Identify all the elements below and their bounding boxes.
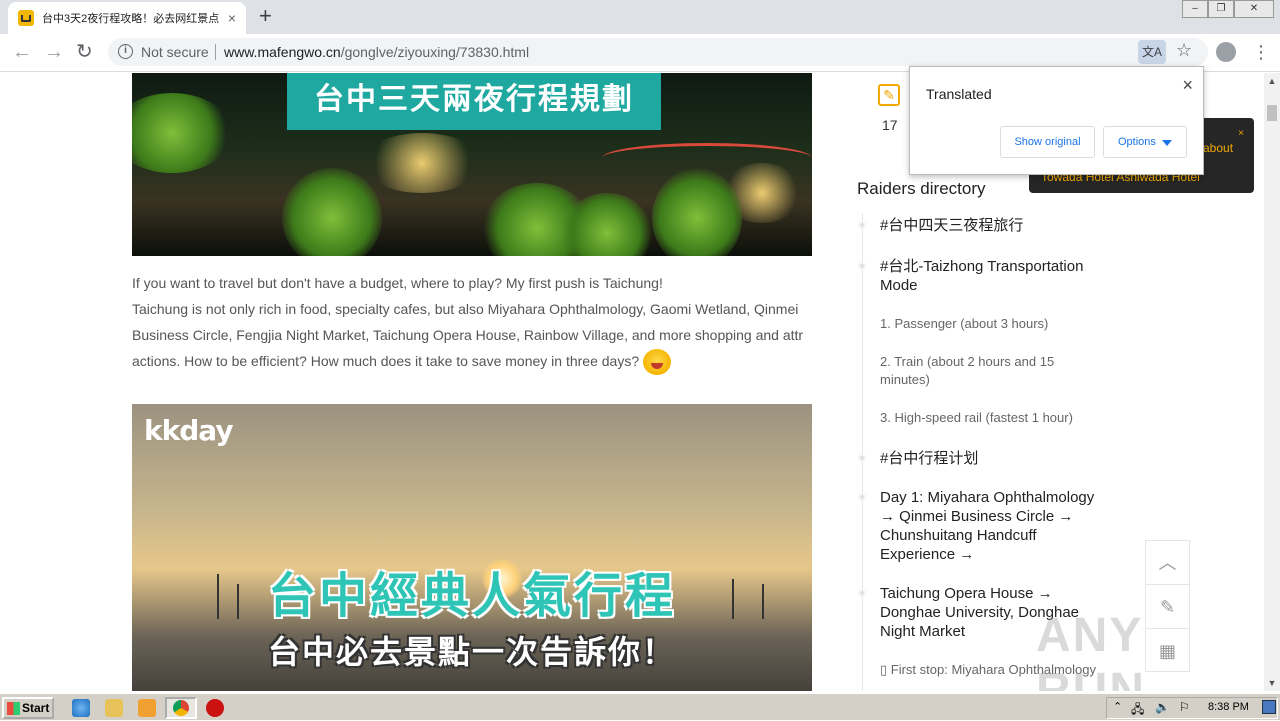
translate-options-button[interactable]: Options <box>1103 126 1187 158</box>
volume-icon[interactable]: 🔈 <box>1155 700 1170 714</box>
comment-count: 17 <box>882 117 898 133</box>
start-label: Start <box>22 701 50 715</box>
timeline-dot <box>858 493 866 501</box>
omnibox-divider <box>215 44 216 60</box>
close-window-button[interactable]: ✕ <box>1234 0 1274 18</box>
profile-avatar-icon[interactable] <box>1216 42 1236 62</box>
start-button[interactable]: Start <box>2 697 54 719</box>
mafengwo-favicon-icon <box>18 10 34 26</box>
network-icon[interactable]: 🖧 <box>1131 700 1144 721</box>
back-arrow-icon[interactable]: ← <box>12 40 32 64</box>
banner2-subtitle: 台中必去景點一次告訴你！ <box>267 634 676 670</box>
intro-line-2: Taichung is not only rich in food, speci… <box>132 301 804 369</box>
directory-item[interactable]: #台中行程计划 <box>880 449 1105 468</box>
kkday-logo: kkday <box>144 414 234 447</box>
url-text[interactable]: www.mafengwo.cn/gonglve/ziyouxing/73830.… <box>224 44 529 60</box>
browser-tab-active[interactable]: 台中3天2夜行程攻略！必去网红景点 × <box>8 2 246 34</box>
timeline-dot <box>858 262 866 270</box>
folder-icon[interactable] <box>105 699 123 717</box>
security-alert-icon[interactable] <box>206 699 224 717</box>
translate-popup: Translated × Show original Options <box>909 66 1204 175</box>
tab-title: 台中3天2夜行程攻略！必去网红景点 <box>42 13 220 25</box>
show-original-button[interactable]: Show original <box>1000 126 1095 158</box>
chrome-taskbar-button[interactable] <box>165 697 197 719</box>
taichung-night-park-image: 台中三天兩夜行程規劃 <box>132 73 812 256</box>
restore-button[interactable]: ❐ <box>1208 0 1234 18</box>
directory-item[interactable]: Day 1: Miyahara Ophthalmology → Qinmei B… <box>880 488 1105 564</box>
anyrun-watermark: ANY RUN <box>1036 609 1146 691</box>
intro-paragraph: If you want to travel but don't have a b… <box>132 270 814 376</box>
reload-icon[interactable]: ↻ <box>76 40 93 64</box>
info-icon[interactable]: i <box>118 44 133 59</box>
scroll-down-arrow-icon[interactable]: ▼ <box>1264 675 1280 691</box>
translate-status: Translated <box>926 86 992 102</box>
intro-line-1: If you want to travel but don't have a b… <box>132 275 663 291</box>
url-domain: www.mafengwo.cn <box>224 44 341 60</box>
directory-subitem[interactable]: 2. Train (about 2 hours and 15 minutes) <box>880 353 1105 389</box>
menu-dots-icon[interactable]: ⋮ <box>1252 40 1270 64</box>
dropdown-caret-icon <box>1162 140 1172 146</box>
tray-expand-icon[interactable]: ⌃ <box>1113 700 1122 713</box>
directory-item[interactable]: #台中四天三夜程旅行 <box>880 216 1105 235</box>
action-center-flag-icon[interactable]: ⚐ <box>1179 700 1190 714</box>
directory-subitem[interactable]: 3. High-speed rail (fastest 1 hour) <box>880 409 1105 427</box>
directory-subitem[interactable]: 1. Passenger (about 3 hours) <box>880 315 1105 333</box>
windows-taskbar: Start ⌃ 🖧 🔈 ⚐ 8:38 PM <box>0 692 1280 720</box>
translate-icon[interactable]: 文A <box>1138 40 1166 64</box>
directory-item[interactable]: #台北-Taizhong Transportation Mode <box>880 257 1105 295</box>
shocked-face-emoji-icon <box>643 349 672 376</box>
security-label[interactable]: Not secure <box>141 44 209 60</box>
scrollbar-thumb[interactable] <box>1267 105 1277 121</box>
promo-close-icon[interactable]: × <box>1238 128 1244 139</box>
timeline-dot <box>858 454 866 462</box>
banner2-title: 台中經典人氣行程 <box>267 570 676 623</box>
media-player-icon[interactable] <box>138 699 156 717</box>
kkday-sunset-banner-image: kkday 台中經典人氣行程 台中必去景點一次告訴你！ <box>132 404 812 691</box>
bridge-shape <box>602 143 812 173</box>
write-note-icon[interactable]: ✎ <box>878 84 900 106</box>
page-scrollbar[interactable]: ▲ ▼ <box>1264 73 1280 691</box>
tab-close-icon[interactable]: × <box>228 10 236 26</box>
banner1-title: 台中三天兩夜行程規劃 <box>287 73 661 130</box>
show-desktop-icon[interactable] <box>1262 700 1276 714</box>
timeline-dot <box>858 221 866 229</box>
windows-flag-icon <box>7 702 20 715</box>
scroll-top-chevron-up-icon[interactable]: ︿ <box>1146 541 1189 585</box>
taskbar-clock[interactable]: 8:38 PM <box>1208 701 1249 713</box>
translate-close-icon[interactable]: × <box>1182 75 1193 96</box>
tab-strip: 台中3天2夜行程攻略！必去网红景点 × + – ❐ ✕ <box>0 0 1280 34</box>
chrome-icon <box>173 700 189 716</box>
system-tray: ⌃ 🖧 🔈 ⚐ <box>1106 697 1278 719</box>
options-label: Options <box>1118 136 1156 148</box>
timeline-dot <box>858 589 866 597</box>
promo-text-1: about <box>1203 141 1234 155</box>
minimize-button[interactable]: – <box>1182 0 1208 18</box>
directory-timeline <box>862 213 863 691</box>
scroll-up-arrow-icon[interactable]: ▲ <box>1264 73 1280 89</box>
internet-explorer-icon[interactable] <box>72 699 90 717</box>
bookmark-star-icon[interactable]: ☆ <box>1176 40 1192 61</box>
url-path: /gonglve/ziyouxing/73830.html <box>340 44 530 60</box>
address-bar[interactable]: i Not secure www.mafengwo.cn/gonglve/ziy… <box>108 38 1208 66</box>
forward-arrow-icon[interactable]: → <box>44 40 64 64</box>
directory-title: Raiders directory <box>857 179 986 198</box>
new-tab-button[interactable]: + <box>259 5 272 27</box>
